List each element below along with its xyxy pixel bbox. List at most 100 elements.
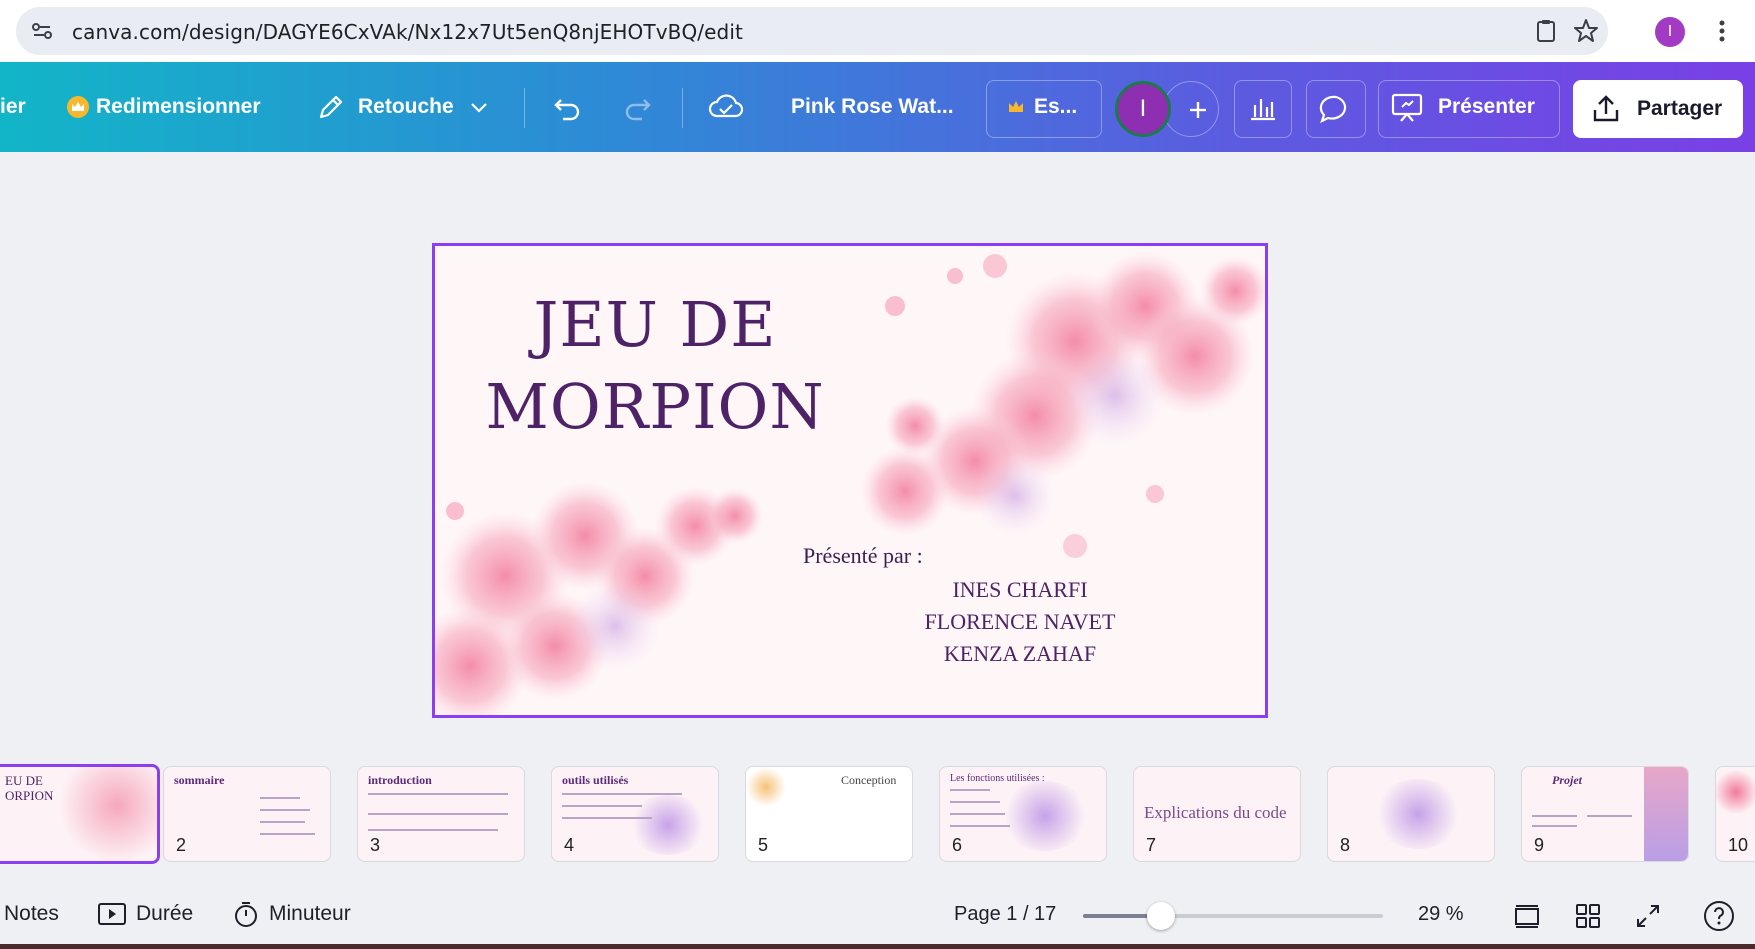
grid-view-icon[interactable] (1574, 902, 1602, 930)
presented-by-text[interactable]: Présenté par : (803, 543, 923, 569)
site-settings-icon[interactable] (30, 19, 54, 43)
thumbnail-text-line (562, 805, 642, 807)
add-collaborator-button[interactable] (1163, 81, 1219, 137)
browser-profile-avatar[interactable]: I (1655, 17, 1685, 47)
address-bar[interactable]: canva.com/design/DAGYE6CxVAk/Nx12x7Ut5en… (16, 7, 1608, 55)
thumbnail-text-line (562, 793, 682, 795)
thumbnail-watercolor (1000, 781, 1090, 851)
page-thumbnail-2[interactable]: sommaire 2 (163, 766, 331, 862)
thumbnail-title: Les fonctions utilisées : (950, 773, 1045, 784)
toolbar-divider (524, 88, 525, 128)
page-thumbnail-10[interactable]: 10 (1715, 766, 1755, 862)
thumbnail-number: 7 (1146, 835, 1157, 855)
author-name: FLORENCE NAVET (924, 609, 1116, 634)
chevron-down-icon (470, 103, 487, 113)
retouch-label: Retouche (358, 95, 454, 118)
insights-button[interactable] (1234, 80, 1292, 138)
taskbar-edge (0, 944, 1755, 949)
help-icon[interactable] (1703, 900, 1735, 932)
user-avatar[interactable]: I (1115, 81, 1171, 137)
author-names[interactable]: INES CHARFI FLORENCE NAVET KENZA ZAHAF (890, 574, 1150, 670)
thumbnail-flowers (57, 767, 157, 861)
thumbnail-title: Explications du code (1144, 803, 1287, 822)
thumbnail-text-line (260, 809, 310, 811)
resize-label: Redimensionner (96, 95, 261, 118)
thumbnail-number: 4 (564, 835, 575, 855)
page-thumbnail-7[interactable]: Explications du code 7 (1133, 766, 1301, 862)
thumbnail-text-line (950, 813, 1005, 815)
bottom-bar: Notes Durée Minuteur Page 1 / 17 29 % (0, 878, 1755, 949)
comments-button[interactable] (1306, 80, 1366, 138)
thumbnail-flowers (746, 767, 786, 807)
resize-button[interactable]: Redimensionner (66, 82, 261, 132)
thumbnail-text-line (562, 817, 652, 819)
file-menu-button[interactable]: ier (0, 82, 26, 132)
thumbnail-text-line (260, 797, 300, 799)
upload-share-icon (1593, 95, 1619, 122)
page-thumbnail-3[interactable]: introduction 3 (357, 766, 525, 862)
thumbnail-title: EU DE ORPION (5, 773, 54, 803)
thumbnail-text-line (1532, 815, 1577, 817)
timer-button[interactable]: Minuteur (232, 898, 351, 930)
bookmark-star-icon[interactable] (1572, 17, 1600, 45)
clipboard-icon[interactable] (1532, 17, 1560, 45)
design-name-field[interactable]: Pink Rose Wat... (791, 82, 954, 132)
premium-trial-label: Es... (1034, 95, 1078, 118)
duration-button[interactable]: Durée (97, 898, 193, 930)
title-line-2: MORPION (485, 370, 825, 443)
thumbnail-text-line (368, 813, 508, 815)
present-label: Présenter (1438, 95, 1535, 118)
page-thumbnail-5[interactable]: Conception 5 (745, 766, 913, 862)
page-indicator[interactable]: Page 1 / 17 (954, 898, 1056, 930)
editor-toolbar: ier Redimensionner Retouche Pink Rose Wa… (0, 62, 1755, 152)
thumbnail-text-line (950, 801, 1000, 803)
duration-label: Durée (136, 902, 194, 925)
thumbnail-flowers (1716, 767, 1755, 817)
retouch-button[interactable]: Retouche (316, 82, 490, 132)
design-name-label: Pink Rose Wat... (791, 95, 954, 118)
thumbnail-text-line (1532, 825, 1577, 827)
page-thumbnail-8[interactable]: 8 (1327, 766, 1495, 862)
redo-icon[interactable] (622, 92, 654, 124)
crown-icon (1009, 101, 1023, 112)
thumbnail-watercolor (1373, 779, 1463, 849)
thumbnail-title: Conception (841, 773, 897, 787)
zoom-slider-handle[interactable] (1147, 902, 1175, 930)
toolbar-divider (682, 88, 683, 128)
browser-menu-icon[interactable] (1712, 16, 1732, 46)
notes-button[interactable]: Notes (4, 898, 59, 930)
thumbnail-text-line (950, 789, 990, 791)
page-thumbnail-6[interactable]: Les fonctions utilisées : 6 (939, 766, 1107, 862)
pencil-icon (319, 95, 343, 119)
fullscreen-icon[interactable] (1634, 902, 1662, 930)
thumbnail-text-line (1587, 815, 1632, 817)
slide-title[interactable]: JEU DE MORPION (485, 284, 825, 448)
url-text[interactable]: canva.com/design/DAGYE6CxVAk/Nx12x7Ut5en… (72, 20, 743, 44)
share-button[interactable]: Partager (1573, 80, 1743, 138)
thumbnail-text-line (950, 825, 1010, 827)
thumbnail-text-line (260, 821, 305, 823)
cloud-saved-icon[interactable] (708, 90, 744, 124)
thumbnail-text-line (368, 793, 508, 795)
author-name: INES CHARFI (952, 577, 1088, 602)
browser-bar: canva.com/design/DAGYE6CxVAk/Nx12x7Ut5en… (0, 0, 1755, 62)
share-label: Partager (1637, 97, 1723, 120)
title-line-1: JEU DE (533, 288, 777, 361)
page-thumbnail-1[interactable]: EU DE ORPION (0, 764, 160, 864)
page-thumbnail-9[interactable]: Projet 9 (1521, 766, 1689, 862)
thumbnail-text-line (368, 829, 498, 831)
zoom-level-label: 29 % (1418, 902, 1464, 925)
thumbnail-number: 5 (758, 835, 769, 855)
thumbnail-number: 6 (952, 835, 963, 855)
single-page-view-icon[interactable] (1513, 902, 1541, 930)
slide-canvas[interactable]: JEU DE MORPION Présenté par : INES CHARF… (432, 243, 1268, 718)
undo-icon[interactable] (551, 92, 583, 124)
thumbnail-title: outils utilisés (562, 773, 629, 787)
thumbnail-number: 2 (176, 835, 187, 855)
zoom-slider[interactable] (1083, 902, 1383, 930)
stopwatch-icon (235, 902, 257, 927)
plus-icon (1190, 102, 1206, 118)
zoom-level[interactable]: 29 % (1418, 898, 1464, 930)
author-name: KENZA ZAHAF (943, 641, 1097, 666)
page-thumbnail-4[interactable]: outils utilisés 4 (551, 766, 719, 862)
